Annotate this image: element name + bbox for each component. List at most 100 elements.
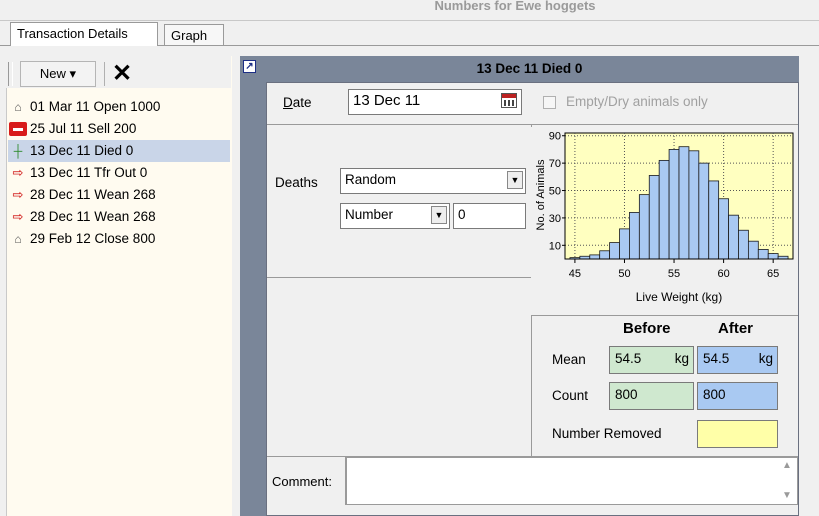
y-tick-label: 70 bbox=[549, 158, 561, 170]
deaths-method-select[interactable]: Random ▼ bbox=[340, 168, 526, 194]
count-before-value: 800 bbox=[609, 382, 694, 410]
x-axis-label: Live Weight (kg) bbox=[636, 290, 722, 304]
tree-item[interactable]: ⇨ 28 Dec 11 Wean 268 bbox=[8, 206, 230, 228]
histogram-bar bbox=[767, 253, 779, 260]
scroll-down-icon[interactable]: ▼ bbox=[782, 490, 792, 501]
chevron-down-icon[interactable]: ▼ bbox=[431, 206, 447, 224]
form-divider bbox=[267, 124, 798, 125]
y-tick-label: 90 bbox=[549, 131, 561, 143]
histogram-bar bbox=[658, 159, 670, 260]
before-heading: Before bbox=[623, 320, 671, 337]
y-tick-label: 30 bbox=[549, 213, 561, 225]
number-removed-label: Number Removed bbox=[552, 426, 662, 441]
tree-item-label: 28 Dec 11 Wean 268 bbox=[30, 187, 156, 202]
histogram-bar bbox=[648, 175, 660, 260]
new-button-label: New bbox=[39, 66, 66, 81]
histogram-bar bbox=[589, 254, 601, 260]
tree-item[interactable]: ⌂ 29 Feb 12 Close 800 bbox=[8, 228, 230, 250]
histogram-bar bbox=[619, 228, 630, 260]
tree-item-label: 25 Jul 11 Sell 200 bbox=[30, 121, 137, 136]
truck-icon: ▬ bbox=[9, 122, 27, 136]
sheep-icon: ⌂ bbox=[14, 232, 22, 246]
sheep-icon: ⌂ bbox=[14, 100, 22, 114]
mean-label: Mean bbox=[552, 352, 586, 367]
comment-label: Comment: bbox=[272, 474, 332, 489]
histogram-bar bbox=[629, 212, 640, 260]
transfer-arrow-icon: ⇨ bbox=[12, 187, 24, 202]
x-tick-label: 50 bbox=[618, 268, 630, 280]
y-tick-label: 10 bbox=[549, 240, 561, 252]
x-tick-label: 45 bbox=[569, 268, 581, 280]
scroll-up-icon[interactable]: ▲ bbox=[782, 460, 792, 471]
died-icon: ┼ bbox=[13, 144, 23, 158]
detail-header-title: 13 Dec 11 Died 0 bbox=[476, 61, 583, 76]
histogram-bar bbox=[698, 162, 710, 260]
tree-item-label: 01 Mar 11 Open 1000 bbox=[30, 99, 161, 114]
top-divider bbox=[0, 20, 819, 21]
number-removed-input[interactable] bbox=[697, 420, 778, 448]
mean-before-box: 54.5 kg bbox=[609, 346, 694, 374]
toolbar-separator bbox=[104, 62, 105, 86]
histogram-bar bbox=[757, 249, 769, 260]
x-tick-label: 55 bbox=[668, 268, 680, 280]
date-value: 13 Dec 11 bbox=[353, 92, 421, 109]
deaths-method-value: Random bbox=[345, 172, 397, 187]
mean-after-unit: kg bbox=[758, 351, 773, 366]
histogram-bar bbox=[678, 146, 690, 260]
form-divider bbox=[267, 277, 531, 278]
number-mode-select[interactable]: Number ▼ bbox=[340, 203, 450, 229]
chevron-down-icon[interactable]: ▼ bbox=[507, 171, 523, 189]
y-tick-label: 50 bbox=[549, 186, 561, 198]
tree-item-label: 28 Dec 11 Wean 268 bbox=[30, 209, 156, 224]
histogram-bar bbox=[747, 240, 759, 260]
tab-transaction-details[interactable]: Transaction Details bbox=[10, 22, 158, 46]
mean-after-box: 54.5 kg bbox=[697, 346, 778, 374]
after-heading: After bbox=[718, 320, 754, 337]
histogram-bar bbox=[609, 242, 620, 260]
tab-graph[interactable]: Graph bbox=[164, 24, 224, 46]
tree-item-label: 29 Feb 12 Close 800 bbox=[30, 231, 156, 246]
mean-before-unit: kg bbox=[674, 351, 689, 366]
comment-textarea[interactable] bbox=[346, 457, 798, 505]
transaction-tree: ⌂ 01 Mar 11 Open 1000 ▬ 25 Jul 11 Sell 2… bbox=[8, 96, 230, 250]
histogram-bar bbox=[728, 214, 739, 260]
toolbar-grip[interactable] bbox=[8, 62, 13, 86]
tree-item-label: 13 Dec 11 Died 0 bbox=[30, 143, 134, 158]
deaths-label: Deaths bbox=[275, 175, 318, 190]
form-divider bbox=[532, 315, 798, 316]
tree-item[interactable]: ⇨ 28 Dec 11 Wean 268 bbox=[8, 184, 230, 206]
transfer-arrow-icon: ⇨ bbox=[12, 165, 24, 180]
histogram-bar bbox=[638, 194, 650, 260]
new-button[interactable]: New ▾ bbox=[20, 61, 96, 87]
weight-histogram: 45 50 55 60 65 10 30 50 70 90 Live Weight (kg) N… bbox=[531, 127, 797, 315]
histogram-bar bbox=[708, 180, 720, 260]
x-tick-label: 65 bbox=[767, 268, 779, 280]
pin-icon[interactable]: ↗ bbox=[243, 60, 256, 73]
tree-item[interactable]: ▬ 25 Jul 11 Sell 200 bbox=[8, 118, 230, 140]
number-input[interactable]: 0 bbox=[453, 203, 526, 229]
number-mode-value: Number bbox=[345, 207, 394, 222]
window-title: Numbers for Ewe hoggets bbox=[434, 0, 596, 13]
dropdown-arrow-icon: ▾ bbox=[69, 66, 77, 81]
histogram-bar bbox=[668, 149, 680, 260]
date-field[interactable]: 13 Dec 11 bbox=[348, 89, 522, 115]
mean-after-value: 54.5 bbox=[703, 351, 730, 366]
transfer-arrow-icon: ⇨ bbox=[12, 209, 24, 224]
tree-item-label: 13 Dec 11 Tfr Out 0 bbox=[30, 165, 148, 180]
empty-dry-checkbox[interactable] bbox=[543, 96, 556, 109]
histogram-bar bbox=[738, 229, 749, 260]
mean-before-value: 54.5 bbox=[615, 351, 642, 366]
y-axis-label: No. of Animals bbox=[535, 159, 547, 230]
delete-button[interactable]: ✕ bbox=[108, 60, 136, 88]
tree-item[interactable]: ⌂ 01 Mar 11 Open 1000 bbox=[8, 96, 230, 118]
count-after-value: 800 bbox=[697, 382, 778, 410]
tree-item-selected[interactable]: ┼ 13 Dec 11 Died 0 bbox=[8, 140, 230, 162]
calendar-icon[interactable] bbox=[501, 93, 517, 108]
histogram-bar bbox=[718, 198, 729, 260]
tree-item[interactable]: ⇨ 13 Dec 11 Tfr Out 0 bbox=[8, 162, 230, 184]
x-tick-label: 60 bbox=[717, 268, 729, 280]
histogram-bar bbox=[688, 150, 700, 260]
empty-dry-label: Empty/Dry animals only bbox=[566, 94, 708, 109]
histogram-bar bbox=[599, 250, 611, 260]
close-icon: ✕ bbox=[111, 60, 133, 87]
